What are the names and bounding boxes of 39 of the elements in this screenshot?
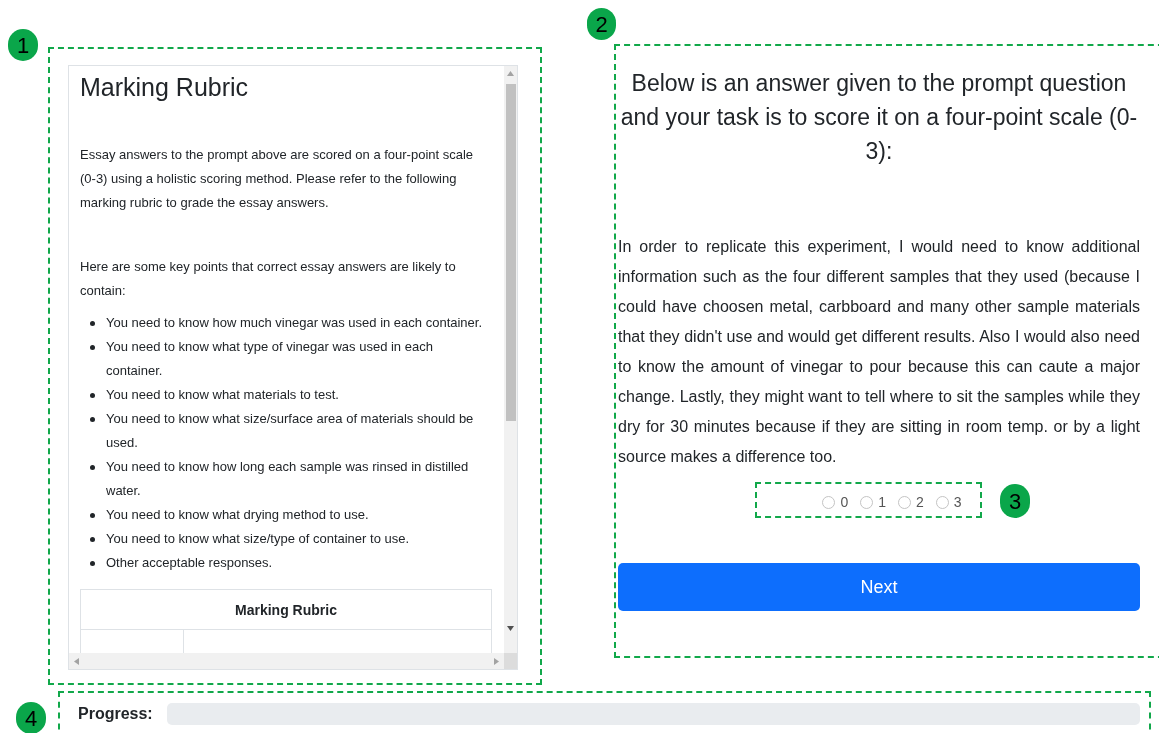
bullet-icon (90, 561, 95, 566)
score-radio[interactable]: 2 (898, 492, 924, 513)
vertical-scrollbar[interactable] (504, 66, 517, 653)
arrow-left-icon[interactable] (74, 657, 79, 665)
answer-text: In order to replicate this experiment, I would need to know additional information such as the four different samples that they used (because I could have choosen metal, carbboard and many other sample materials that they didn't use and would get different results. Also I would also need to know the amount of vinegar to pour because this can caute a major change. Lastly, they might want to tell where to sit the samples while they dry for 30 minutes because if they are sitting in room temp. or by a light source makes a difference too. (618, 237, 1140, 467)
bullet-icon (90, 513, 95, 518)
bullet-icon (90, 537, 95, 542)
score-radio[interactable]: 3 (935, 492, 962, 513)
bullet-icon (90, 417, 95, 422)
arrow-up-icon[interactable] (507, 71, 514, 76)
callout-badge: 2 (587, 8, 616, 40)
bullet-icon (90, 345, 95, 350)
rubric-intro: Essay answers to the prompt above are scored on a four-point scale (0-3) using a holistic scoring method. Please refer to the following marking rubric to grade the essay answers. (80, 146, 475, 212)
scrollbar-thumb[interactable] (505, 84, 516, 421)
rubric-title: Marking Rubric (80, 72, 250, 103)
prompt-heading: Below is an answer given to the prompt question and your task is to score it on a four-point scale (0-3): (619, 69, 1139, 166)
callout-badge: 4 (16, 702, 46, 733)
key-point: You need to know how much vinegar was used in each container. (106, 314, 483, 332)
key-point: You need to know what drying method to use. (106, 506, 369, 524)
score-radio[interactable]: 1 (860, 492, 886, 513)
bullet-icon (90, 393, 95, 398)
key-point: You need to know what size/surface area of materials should be used. (106, 410, 475, 452)
bullet-icon (90, 465, 95, 470)
callout-badge: 1 (8, 29, 38, 61)
callout-badge: 3 (1000, 484, 1030, 518)
table-header: Marking Rubric (81, 590, 491, 630)
arrow-down-icon[interactable] (507, 626, 514, 631)
arrow-right-icon[interactable] (494, 657, 499, 665)
bullet-icon (90, 321, 95, 326)
horizontal-scrollbar[interactable] (69, 653, 504, 669)
key-point: You need to know what size/type of container to use. (106, 530, 410, 548)
score-radio[interactable]: 0 (822, 492, 849, 513)
key-point: You need to know what materials to test. (106, 386, 339, 404)
key-points-intro: Here are some key points that correct essay answers are likely to contain: (80, 258, 457, 300)
key-point: You need to know what type of vinegar was used in each container. (106, 338, 434, 380)
next-button[interactable]: Next (618, 563, 1140, 611)
key-point: Other acceptable responses. (106, 554, 273, 572)
key-point: You need to know how long each sample was rinsed in distilled water. (106, 458, 470, 500)
progress-label: Progress: (78, 704, 154, 724)
